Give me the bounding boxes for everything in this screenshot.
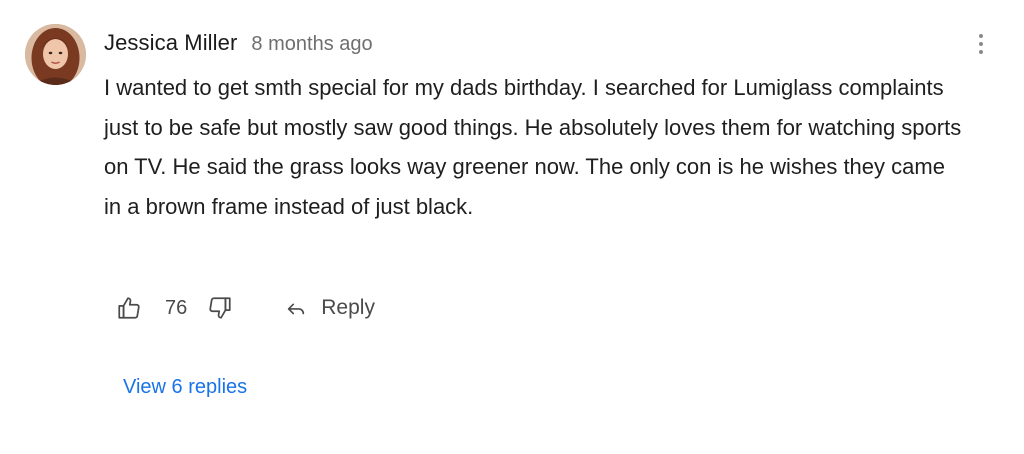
comment-body: I wanted to get smth special for my dads…: [104, 68, 964, 226]
comment-text: I wanted to get smth special for my dads…: [104, 75, 962, 219]
comment-header: Jessica Miller 8 months ago: [104, 30, 373, 58]
comment-actions: 76 Reply: [114, 292, 375, 324]
author-name[interactable]: Jessica Miller: [104, 30, 237, 56]
more-vertical-icon: [979, 34, 983, 38]
like-count: 76: [165, 296, 188, 319]
like-button[interactable]: [114, 293, 144, 323]
thumbs-up-icon: [118, 297, 140, 319]
more-options-button[interactable]: [968, 30, 994, 58]
view-replies-link[interactable]: View 6 replies: [123, 376, 247, 399]
comment-timestamp: 8 months ago: [251, 33, 373, 55]
thumbs-down-icon: [209, 297, 231, 319]
reply-arrow-icon: [288, 303, 305, 315]
avatar-image: [25, 24, 86, 85]
dislike-button[interactable]: [205, 293, 235, 323]
comment-card: Jessica Miller 8 months ago I wanted to …: [0, 0, 1024, 454]
reply-label: Reply: [321, 296, 375, 319]
reply-button[interactable]: Reply: [285, 296, 375, 320]
avatar[interactable]: [25, 24, 86, 85]
